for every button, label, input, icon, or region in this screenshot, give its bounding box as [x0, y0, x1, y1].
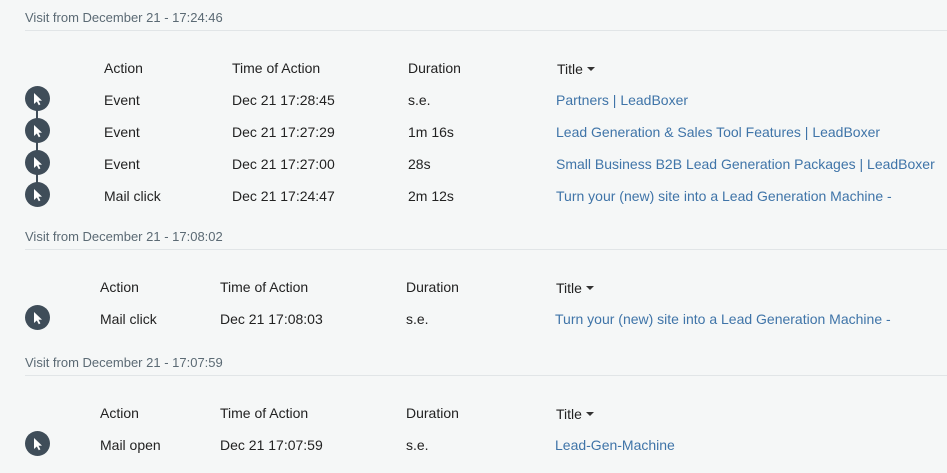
caret-down-icon — [585, 412, 594, 417]
row-time: Dec 21 17:27:29 — [232, 124, 335, 140]
row-duration: 28s — [408, 156, 431, 172]
visit-header: Visit from December 21 - 17:24:46 — [25, 10, 223, 25]
column-header-action: Action — [100, 405, 139, 421]
row-duration: s.e. — [408, 92, 431, 108]
row-title-link[interactable]: Partners | LeadBoxer — [556, 92, 688, 108]
row-time: Dec 21 17:24:47 — [232, 188, 335, 204]
divider — [25, 375, 947, 376]
column-header-duration: Duration — [408, 60, 461, 76]
divider — [25, 30, 947, 31]
cursor-icon — [25, 182, 50, 207]
cursor-icon — [25, 118, 50, 143]
row-action: Mail click — [104, 188, 161, 204]
column-header-time: Time of Action — [220, 279, 309, 295]
row-action: Event — [104, 124, 140, 140]
column-header-title-sort[interactable]: Title — [556, 280, 594, 296]
row-title-link[interactable]: Turn your (new) site into a Lead Generat… — [555, 311, 891, 327]
column-header-duration: Duration — [406, 405, 459, 421]
row-action: Mail open — [100, 437, 161, 453]
visit-header: Visit from December 21 - 17:08:02 — [25, 229, 223, 244]
row-time: Dec 21 17:28:45 — [232, 92, 335, 108]
column-header-time: Time of Action — [220, 405, 309, 421]
column-header-title-sort[interactable]: Title — [556, 406, 594, 422]
row-action: Mail click — [100, 311, 157, 327]
row-duration: 2m 12s — [408, 188, 454, 204]
column-header-duration: Duration — [406, 279, 459, 295]
column-header-action: Action — [104, 60, 143, 76]
visit-header: Visit from December 21 - 17:07:59 — [25, 355, 223, 370]
row-time: Dec 21 17:27:00 — [232, 156, 335, 172]
timeline-connector — [36, 99, 38, 195]
row-action: Event — [104, 156, 140, 172]
row-title-link[interactable]: Lead-Gen-Machine — [555, 437, 675, 453]
caret-down-icon — [586, 67, 595, 72]
row-duration: s.e. — [406, 311, 429, 327]
cursor-icon — [25, 86, 50, 111]
column-header-title-sort[interactable]: Title — [557, 61, 595, 77]
cursor-icon — [25, 305, 50, 330]
caret-down-icon — [585, 286, 594, 291]
row-title-link[interactable]: Lead Generation & Sales Tool Features | … — [556, 124, 880, 140]
row-duration: s.e. — [406, 437, 429, 453]
column-header-title-label: Title — [556, 406, 582, 422]
divider — [25, 249, 947, 250]
row-duration: 1m 16s — [408, 124, 454, 140]
column-header-action: Action — [100, 279, 139, 295]
row-time: Dec 21 17:08:03 — [220, 311, 323, 327]
row-title-link[interactable]: Small Business B2B Lead Generation Packa… — [556, 156, 935, 172]
row-title-link[interactable]: Turn your (new) site into a Lead Generat… — [556, 188, 892, 204]
cursor-icon — [25, 431, 50, 456]
column-header-time: Time of Action — [232, 60, 321, 76]
column-header-title-label: Title — [557, 61, 583, 77]
row-action: Event — [104, 92, 140, 108]
row-time: Dec 21 17:07:59 — [220, 437, 323, 453]
cursor-icon — [25, 150, 50, 175]
column-header-title-label: Title — [556, 280, 582, 296]
